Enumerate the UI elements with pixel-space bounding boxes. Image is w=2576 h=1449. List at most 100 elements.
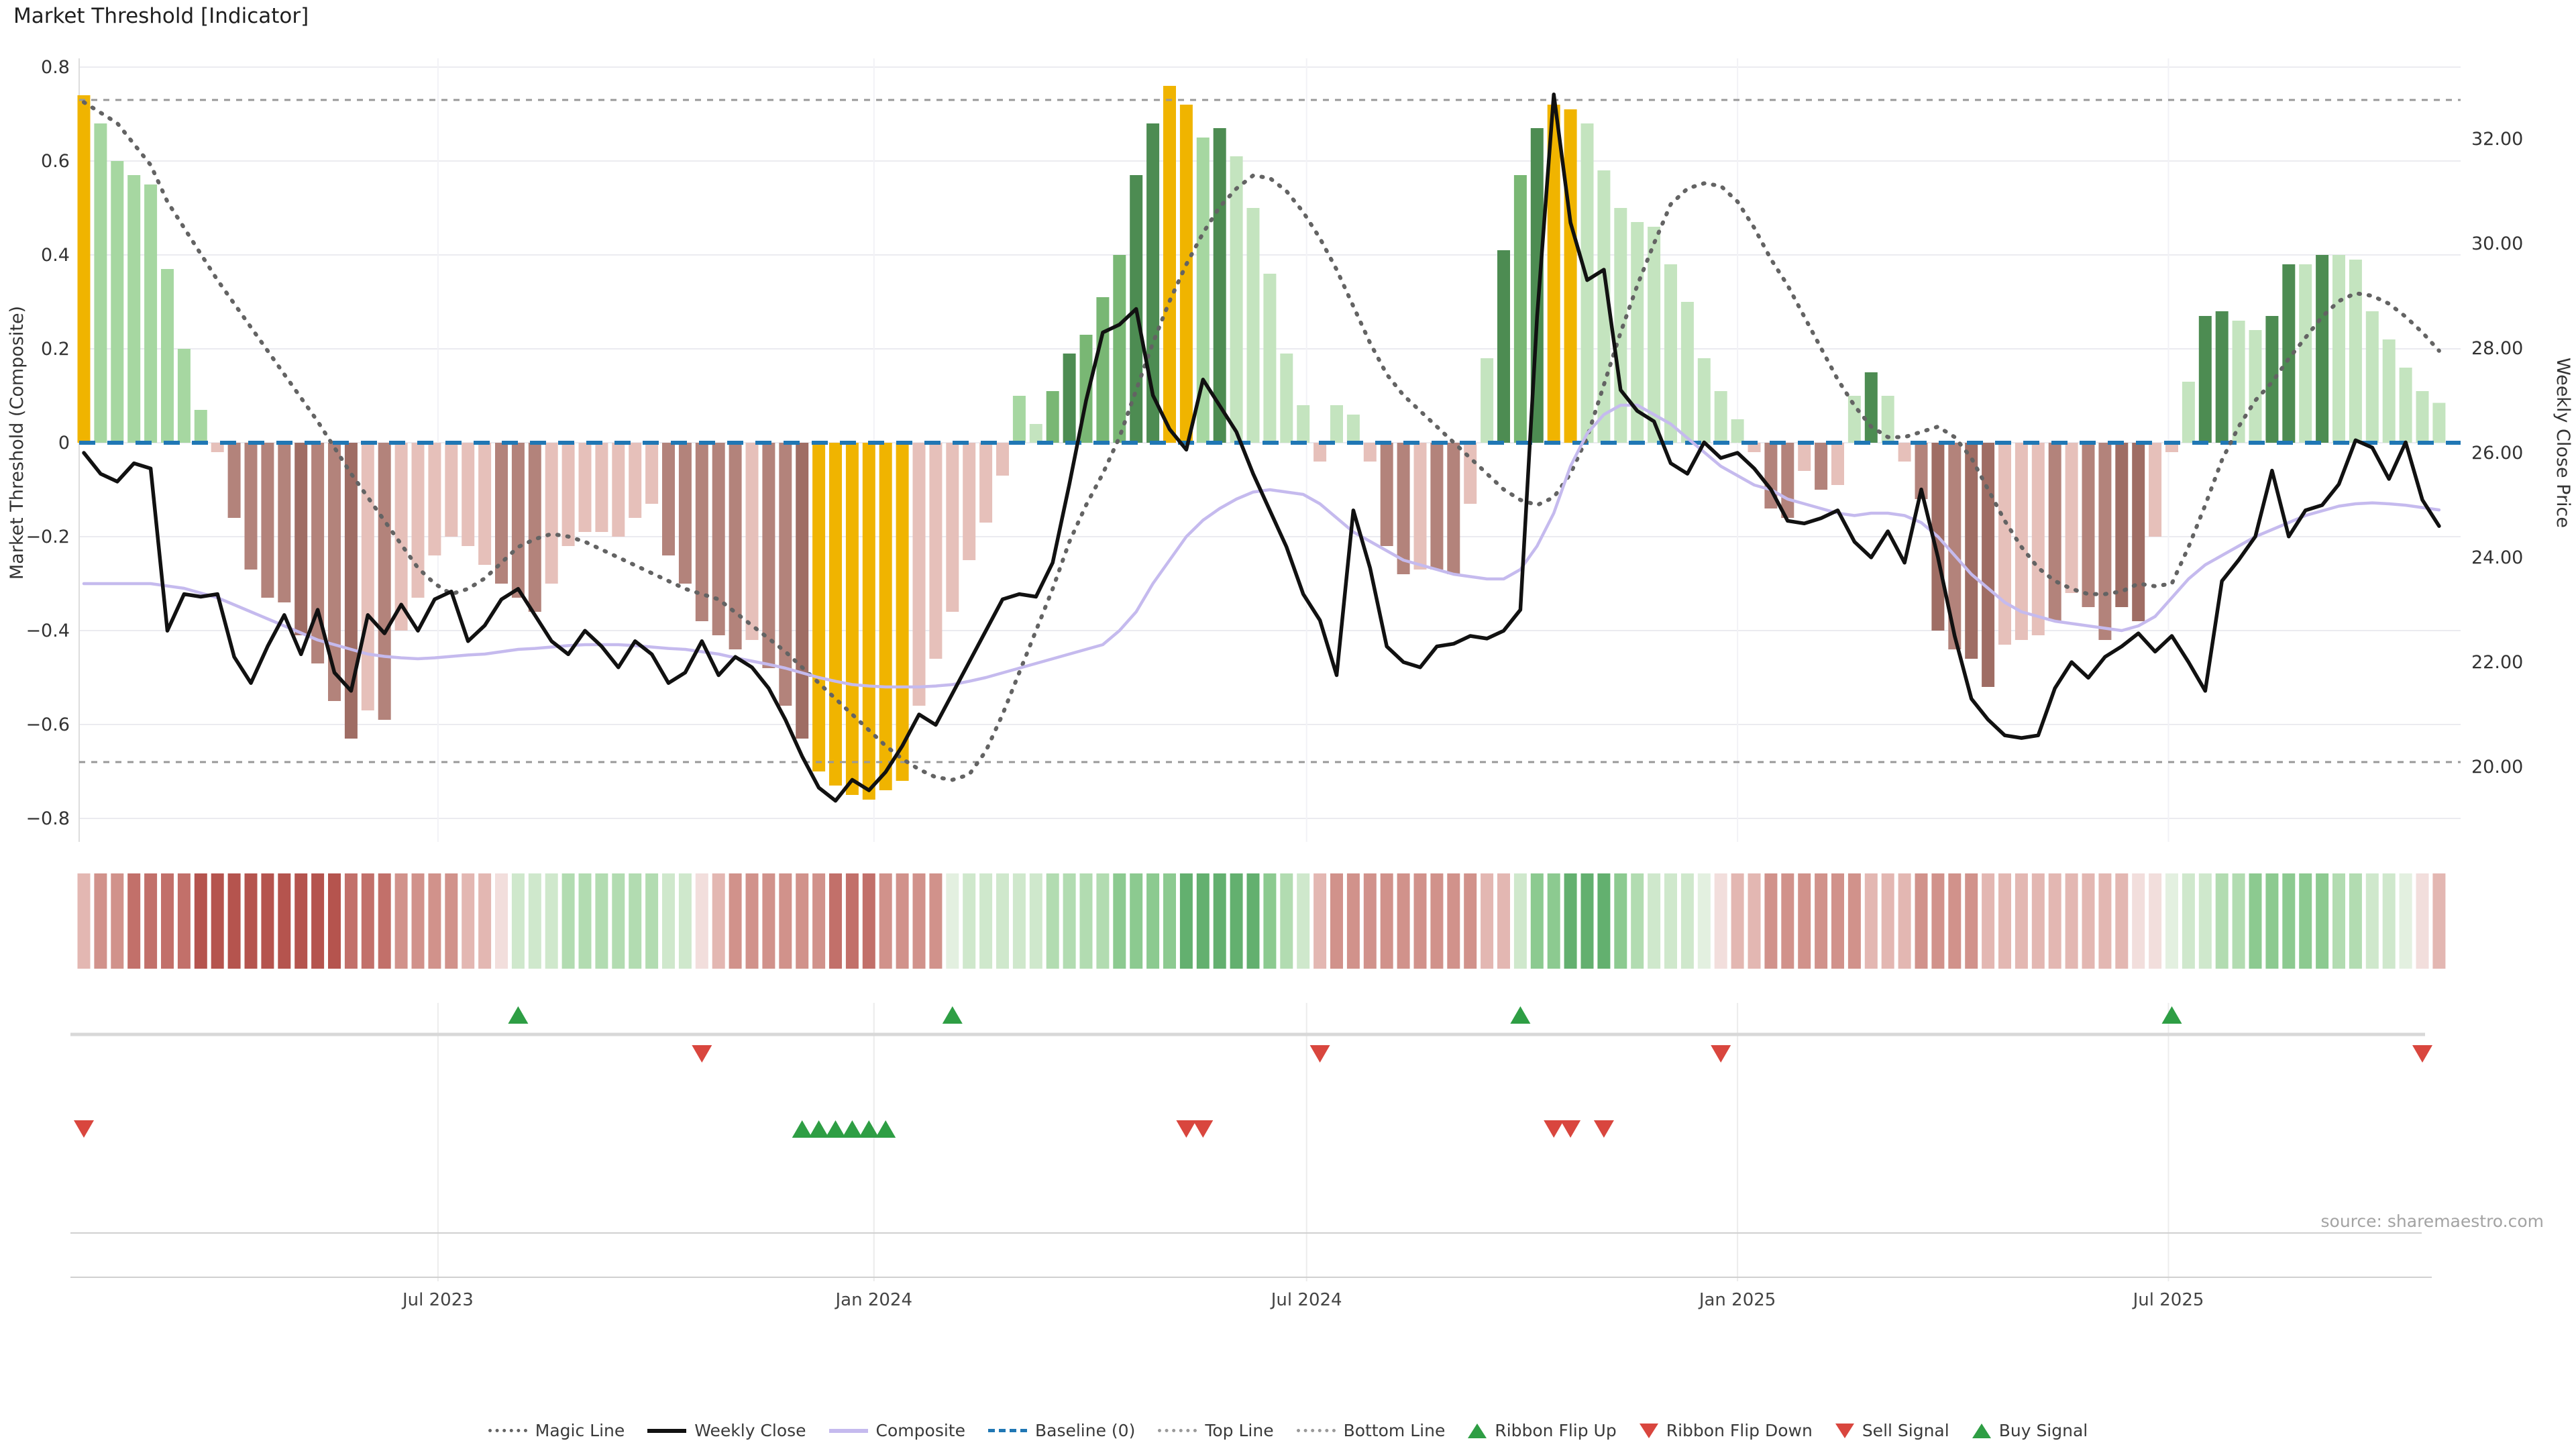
composite-bar [428,443,441,555]
ribbon-cell [1364,873,1377,969]
composite-bar [1313,443,1326,462]
dotted-line-swatch [1158,1429,1197,1432]
ribbon-cell [929,873,942,969]
composite-bar [495,443,508,584]
ribbon-cell [1280,873,1293,969]
composite-bar [529,443,541,612]
ribbon-cell [2349,873,2362,969]
dotted-line-swatch [1297,1429,1336,1432]
ribbon-cell [245,873,258,969]
ribbon-cell [1581,873,1594,969]
composite-bar [278,443,290,602]
ribbon-cell [1414,873,1427,969]
ribbon-cell [846,873,859,969]
composite-bar [2265,316,2278,443]
x-axis-tick-label: Jan 2024 [835,1290,913,1310]
ribbon-cell [412,873,425,969]
sell-signal-marker [74,1120,94,1138]
x-axis-tick-label: Jul 2023 [401,1290,474,1310]
composite-bar [796,443,808,739]
composite-bar [78,95,91,443]
composite-bar [1230,156,1243,443]
buy-signal-marker [842,1120,862,1138]
composite-bar [746,443,759,640]
ribbon-cell [629,873,641,969]
right-axis-tick-label: 28.00 [2471,338,2523,359]
ribbon-cell [1313,873,1326,969]
ribbon-cell [879,873,892,969]
ribbon-cell [696,873,708,969]
ribbon-cell [979,873,992,969]
composite-bar [846,443,859,795]
composite-bar [629,443,641,518]
ribbon-cell [2098,873,2111,969]
ribbon-cell [2199,873,2212,969]
ribbon-cell [712,873,725,969]
ribbon-cell [1831,873,1844,969]
left-axis-tick-label: −0.6 [25,714,70,735]
sell-signal-marker [1176,1120,1196,1138]
ribbon-cell [328,873,341,969]
ribbon-cell [345,873,358,969]
ribbon-cell [2332,873,2345,969]
ribbon-cell [612,873,625,969]
ribbon-cell [1447,873,1460,969]
ribbon-cell [2082,873,2095,969]
composite-bar [2132,443,2145,621]
ribbon-cell [1146,873,1159,969]
ribbon-cell [2182,873,2195,969]
ribbon-cell [1681,873,1694,969]
composite-bar [1263,274,1276,443]
ribbon-cell [1230,873,1243,969]
composite-bar [1998,443,2011,645]
composite-bar [1430,443,1443,570]
legend-item-label: Weekly Close [694,1421,806,1440]
legend-item-label: Top Line [1205,1421,1273,1440]
ribbon-cell [2165,873,2178,969]
composite-bar [1865,372,1878,443]
ribbon-cell [863,873,875,969]
composite-bar [445,443,458,537]
composite-bar [1965,443,1978,659]
composite-bar [1581,123,1594,443]
ribbon-cell [127,873,140,969]
ribbon-cell [1080,873,1093,969]
ribbon-cell [1698,873,1711,969]
composite-bar [1447,443,1460,574]
composite-bar [979,443,992,523]
composite-bar [1681,302,1694,443]
legend-item-weekly-close: Weekly Close [647,1421,806,1440]
composite-bar [2383,339,2396,443]
ribbon-cell [178,873,191,969]
ribbon-cell [963,873,975,969]
legend-item-label: Bottom Line [1344,1421,1446,1440]
ribbon-cell [2316,873,2328,969]
ribbon-cell [1163,873,1176,969]
ribbon-cell [1748,873,1761,969]
composite-bar [294,443,307,635]
ribbon-cell [1597,873,1610,969]
legend-item-bottom-line: Bottom Line [1297,1421,1446,1440]
triangle-down-icon [1835,1424,1854,1438]
ribbon-cell [1247,873,1260,969]
ribbon-cell [1798,873,1811,969]
left-axis-tick-label: 0.2 [41,339,70,360]
ribbon-cell [1548,873,1560,969]
source-note: source: sharemaestro.com [2321,1212,2544,1231]
composite-bar [2149,443,2161,537]
ribbon-cell [1614,873,1627,969]
ribbon-cell [812,873,825,969]
legend-item-label: Composite [876,1421,965,1440]
ribbon-cell [445,873,458,969]
left-axis-tick-label: 0 [58,433,70,453]
composite-bar [1464,443,1477,504]
composite-bar [963,443,975,560]
ribbon-cell [762,873,775,969]
composite-bar [2432,403,2445,443]
composite-bar [595,443,608,532]
ribbon-cell [278,873,290,969]
ribbon-cell [1931,873,1944,969]
ribbon-cell [2249,873,2262,969]
ribbon-cell [1948,873,1961,969]
ribbon-cell [94,873,107,969]
